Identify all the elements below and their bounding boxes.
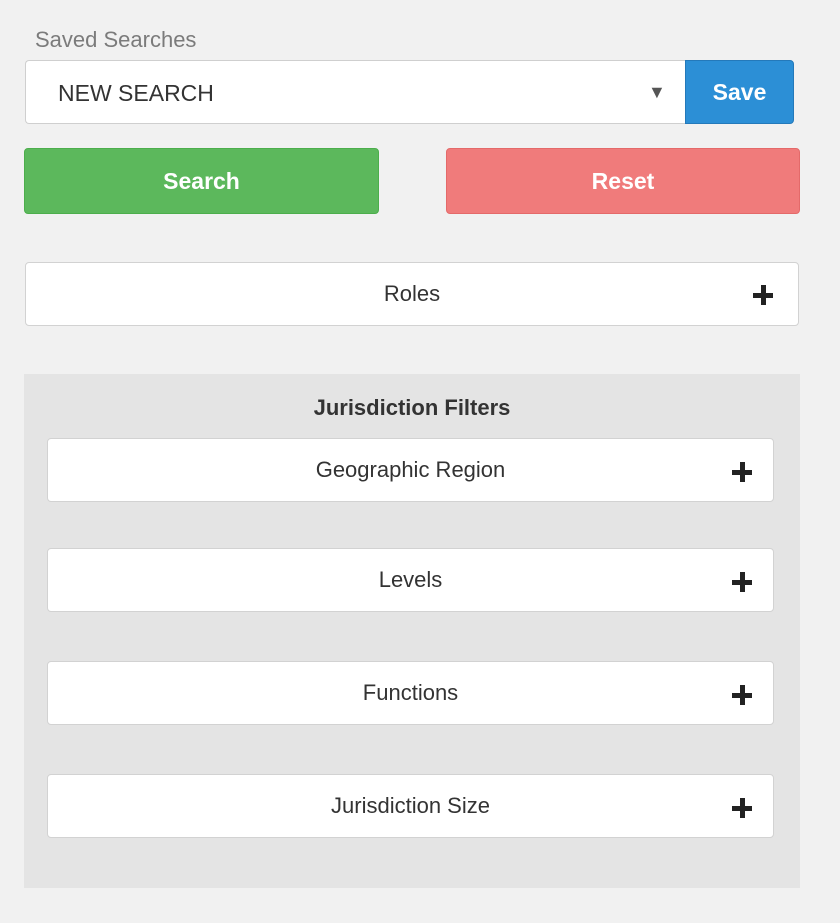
plus-icon — [732, 685, 752, 705]
geographic-region-accordion[interactable]: Geographic Region — [47, 438, 774, 502]
jurisdiction-size-accordion[interactable]: Jurisdiction Size — [47, 774, 774, 838]
jurisdiction-filters-panel: Jurisdiction Filters Geographic Region L… — [24, 374, 800, 888]
caret-down-icon: ▼ — [648, 82, 666, 102]
plus-icon — [732, 462, 752, 482]
geographic-region-label: Geographic Region — [315, 457, 506, 482]
functions-accordion[interactable]: Functions — [47, 661, 774, 725]
jurisdiction-size-label: Jurisdiction Size — [331, 793, 490, 818]
levels-label: Levels — [378, 567, 443, 592]
roles-accordion[interactable]: Roles — [25, 262, 799, 326]
functions-label: Functions — [362, 680, 459, 705]
plus-icon — [732, 798, 752, 818]
jurisdiction-filters-title: Jurisdiction Filters — [313, 395, 511, 420]
plus-icon — [732, 572, 752, 592]
reset-button[interactable]: Reset — [446, 148, 800, 214]
plus-icon — [753, 285, 773, 305]
save-button[interactable]: Save — [685, 60, 794, 124]
levels-accordion[interactable]: Levels — [47, 548, 774, 612]
roles-label: Roles — [383, 281, 441, 306]
search-filter-panel: Saved Searches NEW SEARCH ▼ Save Search … — [0, 0, 840, 923]
saved-searches-select[interactable]: NEW SEARCH ▼ — [25, 60, 685, 124]
saved-searches-label: Saved Searches — [35, 27, 197, 52]
search-button[interactable]: Search — [24, 148, 379, 214]
saved-searches-selected-value: NEW SEARCH — [58, 80, 214, 106]
